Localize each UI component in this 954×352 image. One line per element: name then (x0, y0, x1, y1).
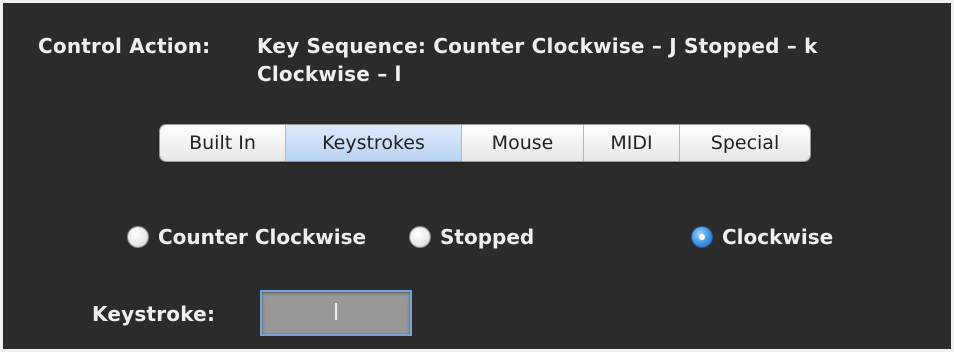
radio-counter-clockwise[interactable]: Counter Clockwise (128, 222, 366, 252)
tab-special[interactable]: Special (680, 125, 810, 161)
keystroke-label: Keystroke: (92, 302, 216, 326)
tab-mouse[interactable]: Mouse (462, 125, 584, 161)
control-action-value-line2: Clockwise – l (257, 62, 402, 86)
radio-clockwise-label: Clockwise (722, 225, 834, 249)
radio-button-icon[interactable] (410, 227, 430, 247)
action-type-tabs: Built In Keystrokes Mouse MIDI Special (160, 125, 810, 161)
tab-keystrokes[interactable]: Keystrokes (286, 125, 462, 161)
radio-clockwise[interactable]: Clockwise (692, 222, 833, 252)
tab-built-in[interactable]: Built In (160, 125, 286, 161)
radio-stopped[interactable]: Stopped (410, 222, 534, 252)
radio-button-icon[interactable] (128, 227, 148, 247)
control-action-panel: Control Action: Key Sequence: Counter Cl… (0, 0, 954, 352)
radio-button-selected-icon[interactable] (692, 227, 712, 247)
control-action-value-line1: Key Sequence: Counter Clockwise – J Stop… (257, 34, 818, 58)
radio-stopped-label: Stopped (440, 225, 535, 249)
control-action-label: Control Action: (38, 34, 211, 58)
tab-midi[interactable]: MIDI (584, 125, 680, 161)
keystroke-input[interactable]: l (260, 290, 412, 336)
radio-counter-clockwise-label: Counter Clockwise (158, 225, 367, 249)
